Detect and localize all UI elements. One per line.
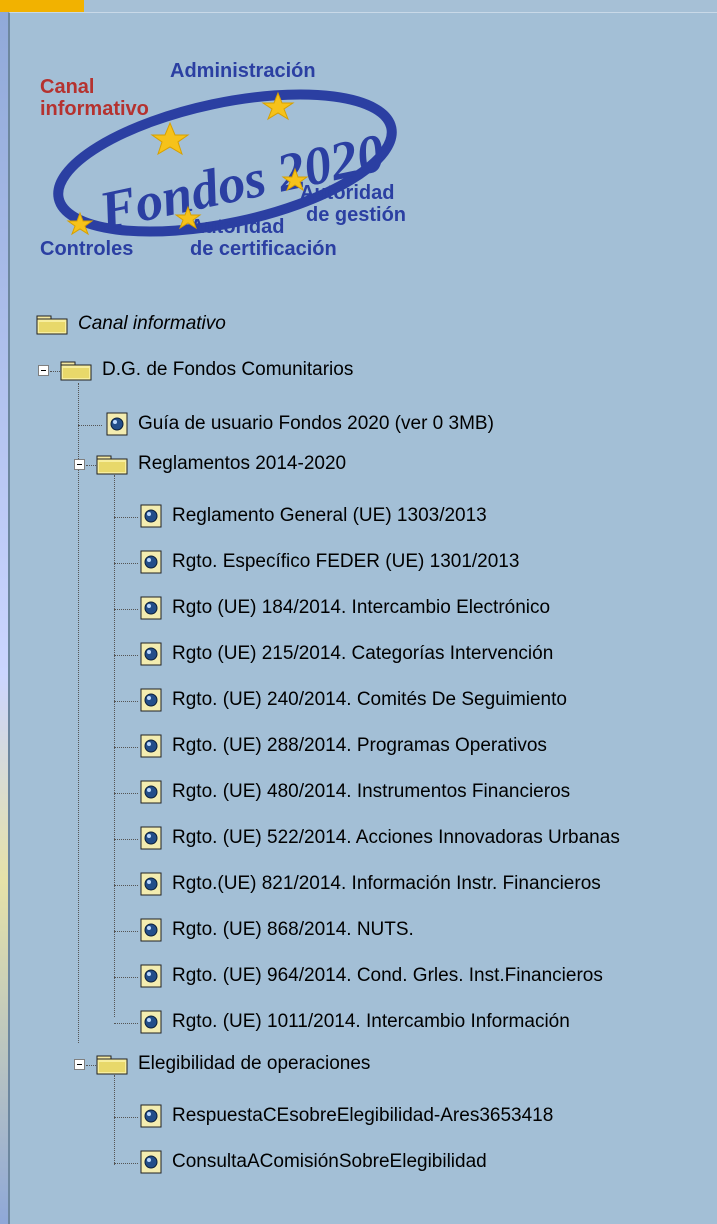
tree-line [114, 517, 138, 518]
tree-line [114, 977, 138, 978]
node-label: RespuestaCEsobreElegibilidad-Ares3653418 [172, 1105, 554, 1126]
tree-node-doc[interactable]: Rgto. (UE) 288/2014. Programas Operativo… [140, 731, 547, 761]
tree-line [114, 563, 138, 564]
tree-line [78, 383, 79, 1043]
tree-node-doc[interactable]: Rgto. (UE) 480/2014. Instrumentos Financ… [140, 777, 570, 807]
tree-node-dg-fondos[interactable]: D.G. de Fondos Comunitarios [60, 355, 353, 385]
left-accent-strip [0, 0, 8, 1224]
document-icon [140, 1010, 162, 1034]
tree-panel: Fondos 2020 Administración Canal informa… [8, 12, 717, 1224]
document-icon [140, 504, 162, 528]
document-icon [140, 734, 162, 758]
tree-line [114, 839, 138, 840]
tree-node-doc[interactable]: Rgto. (UE) 964/2014. Cond. Grles. Inst.F… [140, 961, 603, 991]
node-label: Rgto (UE) 215/2014. Categorías Intervenc… [172, 643, 554, 664]
tree-node-elegibilidad[interactable]: Elegibilidad de operaciones [96, 1049, 370, 1079]
document-icon [140, 1104, 162, 1128]
document-icon [140, 826, 162, 850]
document-icon [140, 918, 162, 942]
tree-line [114, 1117, 138, 1118]
node-label: Rgto. (UE) 240/2014. Comités De Seguimie… [172, 689, 567, 710]
tree-node-doc[interactable]: Reglamento General (UE) 1303/2013 [140, 501, 487, 531]
open-folder-icon [36, 313, 68, 335]
tree-node-guide[interactable]: Guía de usuario Fondos 2020 (ver 0 3MB) [106, 409, 494, 439]
collapse-toggle[interactable] [38, 365, 49, 376]
tree-line [114, 1075, 115, 1165]
document-icon [140, 688, 162, 712]
open-folder-icon [60, 359, 92, 381]
node-label: Rgto. Específico FEDER (UE) 1301/2013 [172, 551, 520, 572]
node-label: Guía de usuario Fondos 2020 (ver 0 3MB) [138, 413, 494, 434]
tree-line [50, 371, 60, 372]
tree-node-doc[interactable]: ConsultaAComisiónSobreElegibilidad [140, 1147, 487, 1177]
collapse-toggle[interactable] [74, 1059, 85, 1070]
open-folder-icon [96, 1053, 128, 1075]
tree-line [114, 655, 138, 656]
node-label: Rgto. (UE) 288/2014. Programas Operativo… [172, 735, 547, 756]
tree-node-doc[interactable]: Rgto.(UE) 821/2014. Información Instr. F… [140, 869, 601, 899]
tree-line [114, 609, 138, 610]
document-icon [140, 964, 162, 988]
node-label: Rgto. (UE) 1011/2014. Intercambio Inform… [172, 1011, 570, 1032]
logo-label-autoridad-cert-2: de certificación [190, 238, 337, 260]
tree-line [78, 425, 102, 426]
node-label: Reglamento General (UE) 1303/2013 [172, 505, 487, 526]
tree-line [114, 885, 138, 886]
tree-node-doc[interactable]: Rgto. (UE) 240/2014. Comités De Seguimie… [140, 685, 567, 715]
collapse-toggle[interactable] [74, 459, 85, 470]
tree-node-doc[interactable]: RespuestaCEsobreElegibilidad-Ares3653418 [140, 1101, 553, 1131]
document-icon [140, 1150, 162, 1174]
tree-line [114, 1163, 138, 1164]
logo-label-autoridad-gestion-2: de gestión [306, 204, 406, 226]
tree-line [114, 475, 115, 1017]
document-icon [140, 780, 162, 804]
tree-line [114, 793, 138, 794]
node-label: Reglamentos 2014-2020 [138, 453, 347, 474]
document-icon [140, 872, 162, 896]
node-label: ConsultaAComisiónSobreElegibilidad [172, 1151, 487, 1172]
tree-line [114, 701, 138, 702]
orange-tab [0, 0, 84, 12]
tree-line [114, 931, 138, 932]
open-folder-icon [96, 453, 128, 475]
node-label: Rgto (UE) 184/2014. Intercambio Electrón… [172, 597, 551, 618]
tree-line [86, 1065, 96, 1066]
document-icon [140, 550, 162, 574]
tree-line [114, 747, 138, 748]
node-label: Rgto. (UE) 868/2014. NUTS. [172, 919, 414, 940]
tree-node-doc[interactable]: Rgto (UE) 184/2014. Intercambio Electrón… [140, 593, 550, 623]
node-label: Canal informativo [78, 313, 226, 334]
tree-node-doc[interactable]: Rgto. (UE) 1011/2014. Intercambio Inform… [140, 1007, 570, 1037]
tree-node-doc[interactable]: Rgto. (UE) 522/2014. Acciones Innovadora… [140, 823, 620, 853]
node-label: Rgto. (UE) 964/2014. Cond. Grles. Inst.F… [172, 965, 603, 986]
document-icon [106, 412, 128, 436]
tree-node-doc[interactable]: Rgto (UE) 215/2014. Categorías Intervenc… [140, 639, 553, 669]
node-label: Rgto.(UE) 821/2014. Información Instr. F… [172, 873, 601, 894]
logo-label-administracion: Administración [170, 60, 316, 82]
document-icon [140, 642, 162, 666]
node-label: Rgto. (UE) 480/2014. Instrumentos Financ… [172, 781, 571, 802]
tree-node-doc[interactable]: Rgto. Específico FEDER (UE) 1301/2013 [140, 547, 519, 577]
node-label: D.G. de Fondos Comunitarios [102, 359, 354, 380]
tree-node-reglamentos[interactable]: Reglamentos 2014-2020 [96, 449, 346, 479]
tree-node-doc[interactable]: Rgto. (UE) 868/2014. NUTS. [140, 915, 414, 945]
tree-node-canal-informativo[interactable]: Canal informativo [36, 309, 226, 339]
tree-line [114, 1023, 138, 1024]
node-label: Rgto. (UE) 522/2014. Acciones Innovadora… [172, 827, 620, 848]
node-label: Elegibilidad de operaciones [138, 1053, 371, 1074]
fondos-2020-logo: Fondos 2020 Administración Canal informa… [40, 60, 406, 260]
logo-label-controles: Controles [40, 238, 133, 260]
logo-label-autoridad-cert-1: Autoridad [190, 216, 284, 238]
logo-label-informativo: informativo [40, 98, 149, 120]
tree-line [86, 465, 96, 466]
logo-label-autoridad-gestion-1: Autoridad [300, 182, 394, 204]
document-icon [140, 596, 162, 620]
logo-label-canal: Canal [40, 76, 94, 98]
